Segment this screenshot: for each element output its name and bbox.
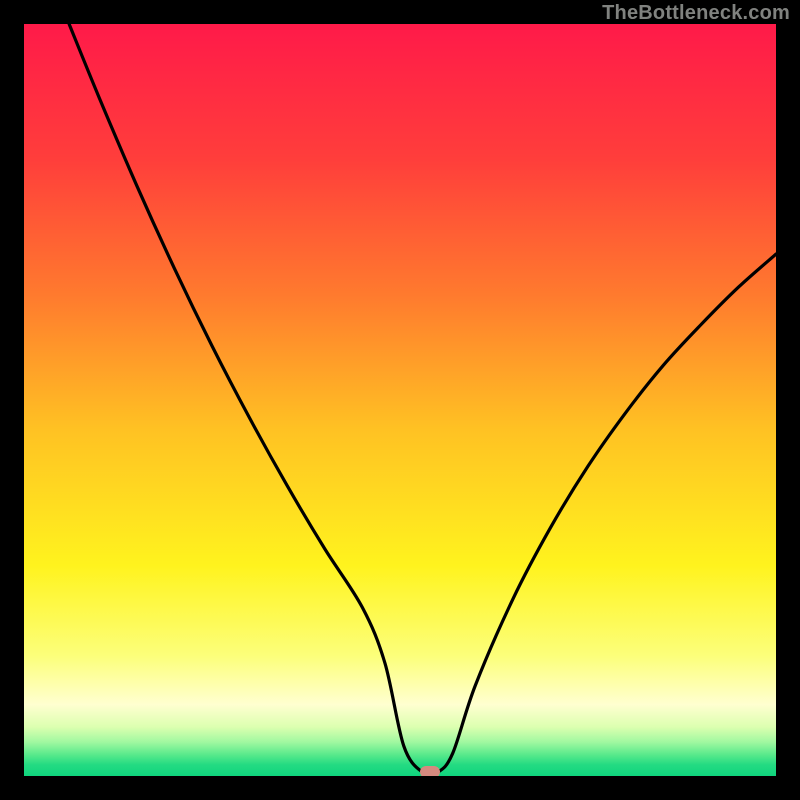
plot-area: [24, 24, 776, 776]
chart-frame: TheBottleneck.com: [0, 0, 800, 800]
bottleneck-curve: [24, 24, 776, 776]
curve-minimum-marker: [420, 766, 440, 776]
watermark-text: TheBottleneck.com: [602, 2, 790, 25]
